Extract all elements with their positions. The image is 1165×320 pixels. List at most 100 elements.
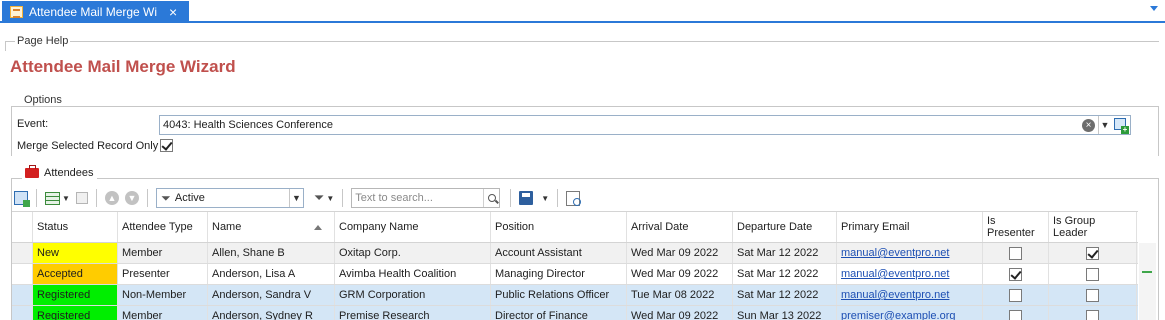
cell-type[interactable]: Non-Member bbox=[118, 285, 208, 305]
is-presenter-checkbox[interactable] bbox=[1009, 246, 1022, 260]
clear-icon[interactable]: × bbox=[1082, 118, 1095, 132]
save-layout-button[interactable] bbox=[519, 188, 534, 208]
cell-email[interactable]: manual@eventpro.net bbox=[837, 243, 983, 263]
is-group-leader-checkbox[interactable] bbox=[1086, 309, 1099, 320]
cell-leader[interactable] bbox=[1049, 285, 1137, 305]
cell-status[interactable]: New bbox=[33, 243, 118, 263]
cell-position[interactable]: Director of Finance bbox=[491, 306, 627, 320]
column-header-status[interactable]: Status bbox=[33, 212, 118, 242]
row-indicator[interactable] bbox=[12, 243, 33, 263]
page-help-label[interactable]: Page Help bbox=[15, 35, 71, 47]
cell-presenter[interactable] bbox=[983, 285, 1049, 305]
lookup-event-icon[interactable]: + bbox=[1113, 117, 1129, 134]
cell-arrival[interactable]: Wed Mar 09 2022 bbox=[627, 243, 733, 263]
is-presenter-checkbox[interactable] bbox=[1009, 309, 1022, 320]
arrow-up-icon: ▲ bbox=[104, 191, 119, 205]
grid-options-button[interactable]: ▼ bbox=[45, 188, 70, 208]
search-box bbox=[351, 188, 501, 208]
cell-company[interactable]: Avimba Health Coalition bbox=[335, 264, 491, 284]
cell-position[interactable]: Account Assistant bbox=[491, 243, 627, 263]
options-label: Options bbox=[22, 94, 64, 106]
cell-position[interactable]: Public Relations Officer bbox=[491, 285, 627, 305]
is-group-leader-checkbox[interactable] bbox=[1086, 246, 1099, 260]
cell-departure[interactable]: Sat Mar 12 2022 bbox=[733, 243, 837, 263]
column-header-leader[interactable]: Is Group Leader bbox=[1049, 212, 1137, 242]
chevron-down-icon[interactable] bbox=[1150, 6, 1158, 11]
cell-email[interactable]: manual@eventpro.net bbox=[837, 285, 983, 305]
cell-arrival[interactable]: Tue Mar 08 2022 bbox=[627, 285, 733, 305]
is-presenter-checkbox[interactable] bbox=[1009, 288, 1022, 302]
cell-name[interactable]: Anderson, Lisa A bbox=[208, 264, 335, 284]
cell-leader[interactable] bbox=[1049, 243, 1137, 263]
email-link[interactable]: manual@eventpro.net bbox=[841, 289, 949, 301]
merge-selected-checkbox[interactable] bbox=[160, 139, 173, 152]
chevron-down-icon[interactable]: ▼ bbox=[1098, 116, 1111, 134]
cell-name[interactable]: Anderson, Sydney R bbox=[208, 306, 335, 320]
attendees-header: Attendees bbox=[22, 165, 97, 179]
vertical-scrollbar[interactable] bbox=[1139, 243, 1156, 320]
is-group-leader-checkbox[interactable] bbox=[1086, 288, 1099, 302]
email-link[interactable]: manual@eventpro.net bbox=[841, 247, 949, 259]
chevron-down-icon[interactable]: ▼ bbox=[288, 189, 303, 207]
cell-departure[interactable]: Sat Mar 12 2022 bbox=[733, 285, 837, 305]
table-row[interactable]: Registered Non-Member Anderson, Sandra V GR… bbox=[12, 285, 1138, 306]
column-header-departure[interactable]: Departure Date bbox=[733, 212, 837, 242]
cell-leader[interactable] bbox=[1049, 264, 1137, 284]
column-header-name[interactable]: Name bbox=[208, 212, 335, 242]
filter-menu-button[interactable]: ⏷ ▼ bbox=[314, 188, 334, 208]
column-header-company[interactable]: Company Name bbox=[335, 212, 491, 242]
column-header-type[interactable]: Attendee Type bbox=[118, 212, 208, 242]
cell-presenter[interactable] bbox=[983, 306, 1049, 320]
cell-status[interactable]: Registered bbox=[33, 306, 118, 320]
cell-arrival[interactable]: Wed Mar 09 2022 bbox=[627, 264, 733, 284]
save-options-button[interactable]: ▼ bbox=[539, 188, 549, 208]
toolbar-separator bbox=[95, 189, 97, 207]
cell-company[interactable]: Premise Research bbox=[335, 306, 491, 320]
table-row[interactable]: Registered Member Anderson, Sydney R Premis… bbox=[12, 306, 1138, 320]
cell-type[interactable]: Member bbox=[118, 306, 208, 320]
email-link[interactable]: manual@eventpro.net bbox=[841, 268, 949, 280]
active-filter-select[interactable]: ⏷ Active ▼ bbox=[155, 188, 304, 208]
column-header-presenter[interactable]: Is Presenter bbox=[983, 212, 1049, 242]
event-select[interactable]: 4043: Health Sciences Conference × ▼ + bbox=[159, 115, 1131, 135]
table-row[interactable]: Accepted Presenter Anderson, Lisa A Avimba … bbox=[12, 264, 1138, 285]
is-presenter-checkbox[interactable] bbox=[1009, 267, 1022, 281]
cell-name[interactable]: Anderson, Sandra V bbox=[208, 285, 335, 305]
cell-departure[interactable]: Sun Mar 13 2022 bbox=[733, 306, 837, 320]
copy-button[interactable] bbox=[75, 188, 88, 208]
add-record-button[interactable] bbox=[14, 188, 30, 208]
cell-status[interactable]: Accepted bbox=[33, 264, 118, 284]
cell-presenter[interactable] bbox=[983, 243, 1049, 263]
search-button[interactable] bbox=[483, 189, 499, 207]
cell-type[interactable]: Member bbox=[118, 243, 208, 263]
toolbar-separator bbox=[36, 189, 37, 207]
cell-name[interactable]: Allen, Shane B bbox=[208, 243, 335, 263]
column-header-email[interactable]: Primary Email bbox=[837, 212, 983, 242]
tab-attendee-mail-merge[interactable]: Attendee Mail Merge Wi... × bbox=[2, 1, 189, 23]
table-row[interactable]: New Member Allen, Shane B Oxitap Corp. Accou… bbox=[12, 243, 1138, 264]
cell-email[interactable]: premiser@example.org bbox=[837, 306, 983, 320]
column-header-position[interactable]: Position bbox=[491, 212, 627, 242]
cell-status[interactable]: Registered bbox=[33, 285, 118, 305]
row-indicator[interactable] bbox=[12, 285, 33, 305]
is-group-leader-checkbox[interactable] bbox=[1086, 267, 1099, 281]
move-down-button[interactable]: ▼ bbox=[124, 188, 139, 208]
cell-presenter[interactable] bbox=[983, 264, 1049, 284]
scroll-thumb[interactable] bbox=[1142, 271, 1152, 273]
find-button[interactable] bbox=[566, 188, 582, 208]
cell-type[interactable]: Presenter bbox=[118, 264, 208, 284]
cell-departure[interactable]: Sat Mar 12 2022 bbox=[733, 264, 837, 284]
email-link[interactable]: premiser@example.org bbox=[841, 310, 956, 320]
cell-leader[interactable] bbox=[1049, 306, 1137, 320]
cell-company[interactable]: Oxitap Corp. bbox=[335, 243, 491, 263]
close-icon[interactable]: × bbox=[169, 5, 177, 19]
column-header-arrival[interactable]: Arrival Date bbox=[627, 212, 733, 242]
search-input[interactable] bbox=[352, 192, 484, 204]
cell-email[interactable]: manual@eventpro.net bbox=[837, 264, 983, 284]
move-up-button[interactable]: ▲ bbox=[104, 188, 119, 208]
cell-arrival[interactable]: Wed Mar 09 2022 bbox=[627, 306, 733, 320]
row-indicator[interactable] bbox=[12, 264, 33, 284]
cell-position[interactable]: Managing Director bbox=[491, 264, 627, 284]
cell-company[interactable]: GRM Corporation bbox=[335, 285, 491, 305]
row-indicator[interactable] bbox=[12, 306, 33, 320]
